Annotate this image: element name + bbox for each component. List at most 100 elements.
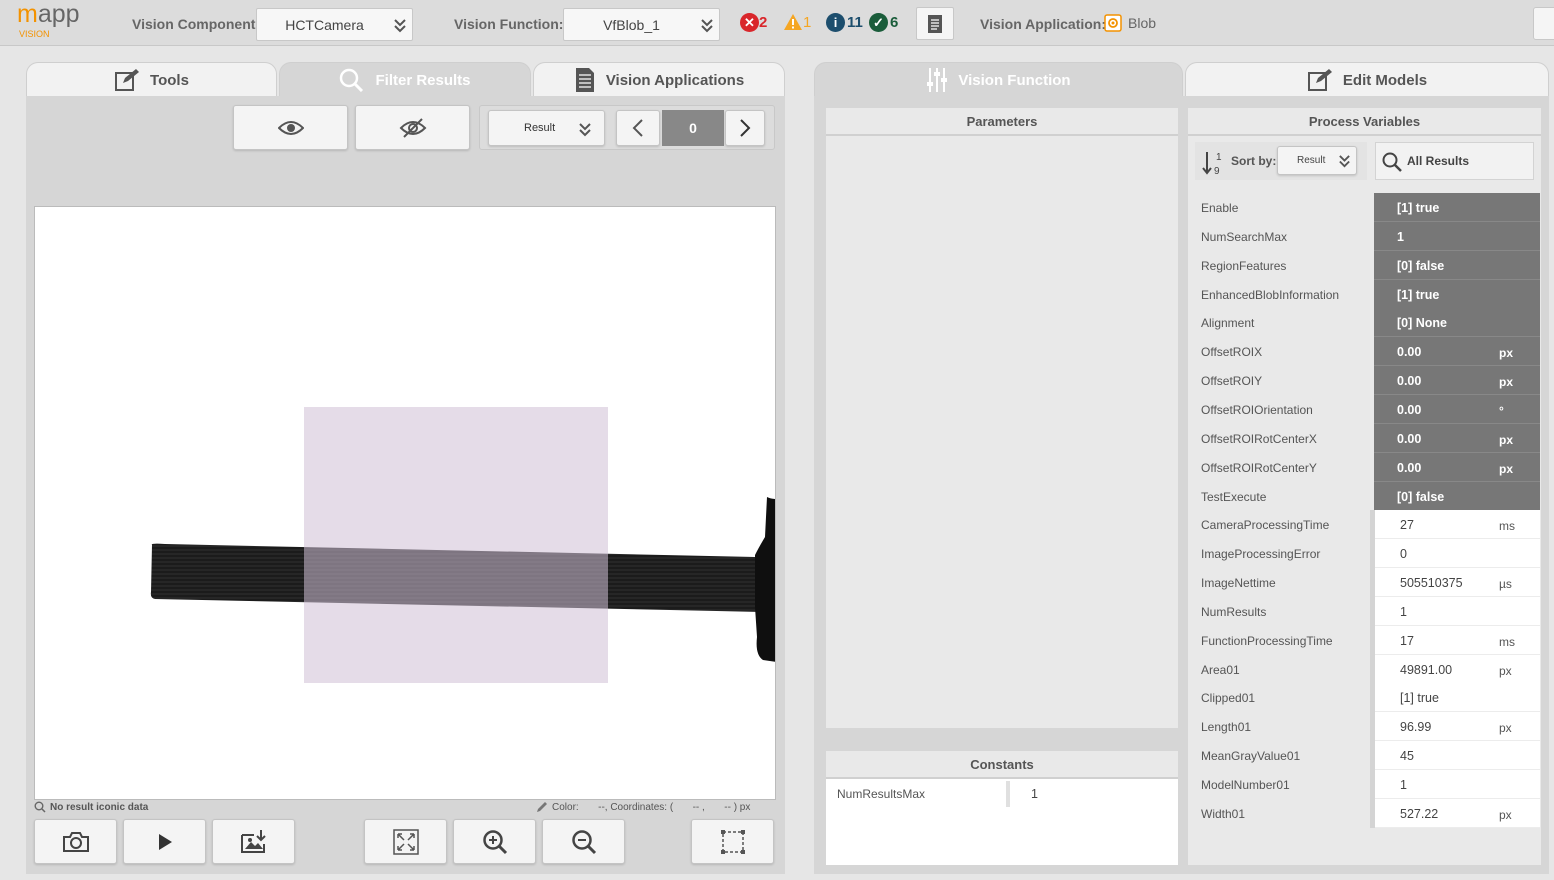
process-variable-value-cell: 527.22 px xyxy=(1374,799,1540,828)
process-variable-value-cell[interactable]: 0.00 px xyxy=(1374,366,1540,395)
process-variable-value-cell: 1 xyxy=(1374,597,1540,626)
process-variable-row: MeanGrayValue01 45 xyxy=(1189,741,1541,770)
error-count[interactable]: ✕ 2 xyxy=(740,13,767,32)
process-variable-row[interactable]: Enable [1] true xyxy=(1189,193,1541,222)
result-filter-field[interactable]: All Results xyxy=(1375,142,1534,180)
process-variable-value-cell[interactable]: 0.00 px xyxy=(1374,337,1540,366)
process-variable-value: 17 xyxy=(1400,634,1414,648)
process-variable-row[interactable]: EnhancedBlobInformation [1] true xyxy=(1189,280,1541,309)
parameters-title: Parameters xyxy=(826,108,1178,136)
process-variable-value: 0.00 xyxy=(1397,432,1422,446)
load-image-button[interactable] xyxy=(212,819,295,864)
process-variable-unit: px xyxy=(1499,462,1514,476)
process-variable-name: TestExecute xyxy=(1201,490,1267,504)
hide-button[interactable] xyxy=(355,105,470,150)
image-download-icon xyxy=(240,829,266,853)
select-region-button[interactable] xyxy=(691,819,774,864)
process-variable-value-cell: 45 xyxy=(1374,741,1540,770)
next-button[interactable] xyxy=(725,110,765,146)
sort-by-label: Sort by: xyxy=(1231,154,1277,168)
process-variable-name: ImageNettime xyxy=(1201,576,1276,590)
selection-icon xyxy=(720,829,745,854)
process-variable-name: MeanGrayValue01 xyxy=(1201,749,1301,763)
process-variable-value: [1] true xyxy=(1397,201,1440,215)
tab-filter-results-label: Filter Results xyxy=(375,71,471,89)
process-variable-value-cell[interactable]: [0] None xyxy=(1374,308,1540,337)
process-variable-name: OffsetROIX xyxy=(1201,345,1263,359)
vision-application-value-group: Blob xyxy=(1104,14,1156,32)
camera-icon xyxy=(62,831,89,852)
right-edge-button[interactable] xyxy=(1533,7,1554,40)
constants-row[interactable]: NumResultsMax 1 xyxy=(826,781,1178,807)
document-icon xyxy=(575,68,594,92)
process-variable-row[interactable]: OffsetROIRotCenterY 0.00 px xyxy=(1189,453,1541,482)
process-variable-value-cell[interactable]: 1 xyxy=(1374,222,1540,251)
sort-control: 19 Sort by: Result xyxy=(1195,142,1367,180)
camera-image-view[interactable] xyxy=(34,206,776,800)
process-variable-row[interactable]: OffsetROIY 0.00 px xyxy=(1189,366,1541,395)
run-button[interactable] xyxy=(123,819,206,864)
iconic-data-text: No result iconic data xyxy=(50,801,149,813)
process-variable-row[interactable]: RegionFeatures [0] false xyxy=(1189,251,1541,280)
zoom-in-button[interactable] xyxy=(453,819,536,864)
process-variable-value-cell[interactable]: [0] false xyxy=(1374,482,1540,511)
process-variable-name: CameraProcessingTime xyxy=(1201,518,1330,532)
process-variable-value-cell[interactable]: 0.00 px xyxy=(1374,424,1540,453)
capture-button[interactable] xyxy=(34,819,117,864)
pencil-icon xyxy=(537,802,547,812)
process-variable-value: 0.00 xyxy=(1397,461,1422,475)
process-variable-value-cell[interactable]: 0.00 ° xyxy=(1374,395,1540,424)
constant-value: 1 xyxy=(1031,787,1038,801)
process-variable-value: 0.00 xyxy=(1397,345,1422,359)
process-variable-value: [0] false xyxy=(1397,490,1445,504)
result-select[interactable]: Result xyxy=(488,110,605,146)
previous-button[interactable] xyxy=(616,110,660,146)
sort-select[interactable]: Result xyxy=(1277,146,1357,175)
edit-icon xyxy=(115,69,140,91)
zoom-out-button[interactable] xyxy=(542,819,625,864)
tab-vision-applications[interactable]: Vision Applications xyxy=(533,62,785,97)
process-variable-name: EnhancedBlobInformation xyxy=(1201,288,1340,302)
process-variable-row: CameraProcessingTime 27 ms xyxy=(1189,510,1541,539)
process-variable-name: ModelNumber01 xyxy=(1201,778,1290,792)
warning-count[interactable]: 1 xyxy=(783,13,811,31)
zoom-out-icon xyxy=(571,829,596,854)
process-variable-row[interactable]: TestExecute [0] false xyxy=(1189,482,1541,511)
info-count[interactable]: i 11 xyxy=(826,13,863,32)
success-count[interactable]: ✓ 6 xyxy=(869,13,898,32)
process-variable-name: FunctionProcessingTime xyxy=(1201,634,1333,648)
process-variable-row[interactable]: OffsetROIRotCenterX 0.00 px xyxy=(1189,424,1541,453)
vision-component-dropdown[interactable]: HCTCamera xyxy=(256,8,413,41)
process-variable-row[interactable]: Alignment [0] None xyxy=(1189,308,1541,337)
tab-tools[interactable]: Tools xyxy=(26,62,277,97)
tab-filter-results[interactable]: Filter Results xyxy=(279,62,531,97)
tab-vision-function-label: Vision Function xyxy=(958,71,1071,89)
tab-edit-models[interactable]: Edit Models xyxy=(1185,62,1549,97)
result-filter-value: All Results xyxy=(1407,154,1470,168)
process-variable-row[interactable]: OffsetROIOrientation 0.00 ° xyxy=(1189,395,1541,424)
process-variable-value-cell: 0 xyxy=(1374,539,1540,568)
process-variable-value-cell[interactable]: 0.00 px xyxy=(1374,453,1540,482)
process-variable-name: NumSearchMax xyxy=(1201,230,1288,244)
log-button[interactable] xyxy=(916,7,954,40)
vision-function-dropdown[interactable]: VfBlob_1 xyxy=(563,8,720,41)
process-variable-value-cell[interactable]: [1] true xyxy=(1374,193,1540,222)
process-variables-title: Process Variables xyxy=(1188,108,1541,136)
process-variable-value-cell[interactable]: [1] true xyxy=(1374,280,1540,309)
tab-vision-function[interactable]: Vision Function xyxy=(814,62,1183,97)
process-variable-name: OffsetROIOrientation xyxy=(1201,403,1313,417)
process-variable-name: Alignment xyxy=(1201,316,1255,330)
show-button[interactable] xyxy=(233,105,348,150)
process-variable-unit: px xyxy=(1499,433,1514,447)
result-index[interactable]: 0 xyxy=(662,110,724,146)
fit-view-button[interactable] xyxy=(364,819,447,864)
process-variable-row[interactable]: NumSearchMax 1 xyxy=(1189,222,1541,251)
process-variable-name: Area01 xyxy=(1201,663,1240,677)
process-variable-value-cell[interactable]: [0] false xyxy=(1374,251,1540,280)
chevron-left-icon xyxy=(632,119,643,137)
process-variable-name: Width01 xyxy=(1201,807,1246,821)
iconic-data-status: No result iconic data xyxy=(34,801,148,813)
sort-select-value: Result xyxy=(1297,155,1326,166)
process-variable-row[interactable]: OffsetROIX 0.00 px xyxy=(1189,337,1541,366)
sort-ascending-icon: 19 xyxy=(1202,152,1222,176)
